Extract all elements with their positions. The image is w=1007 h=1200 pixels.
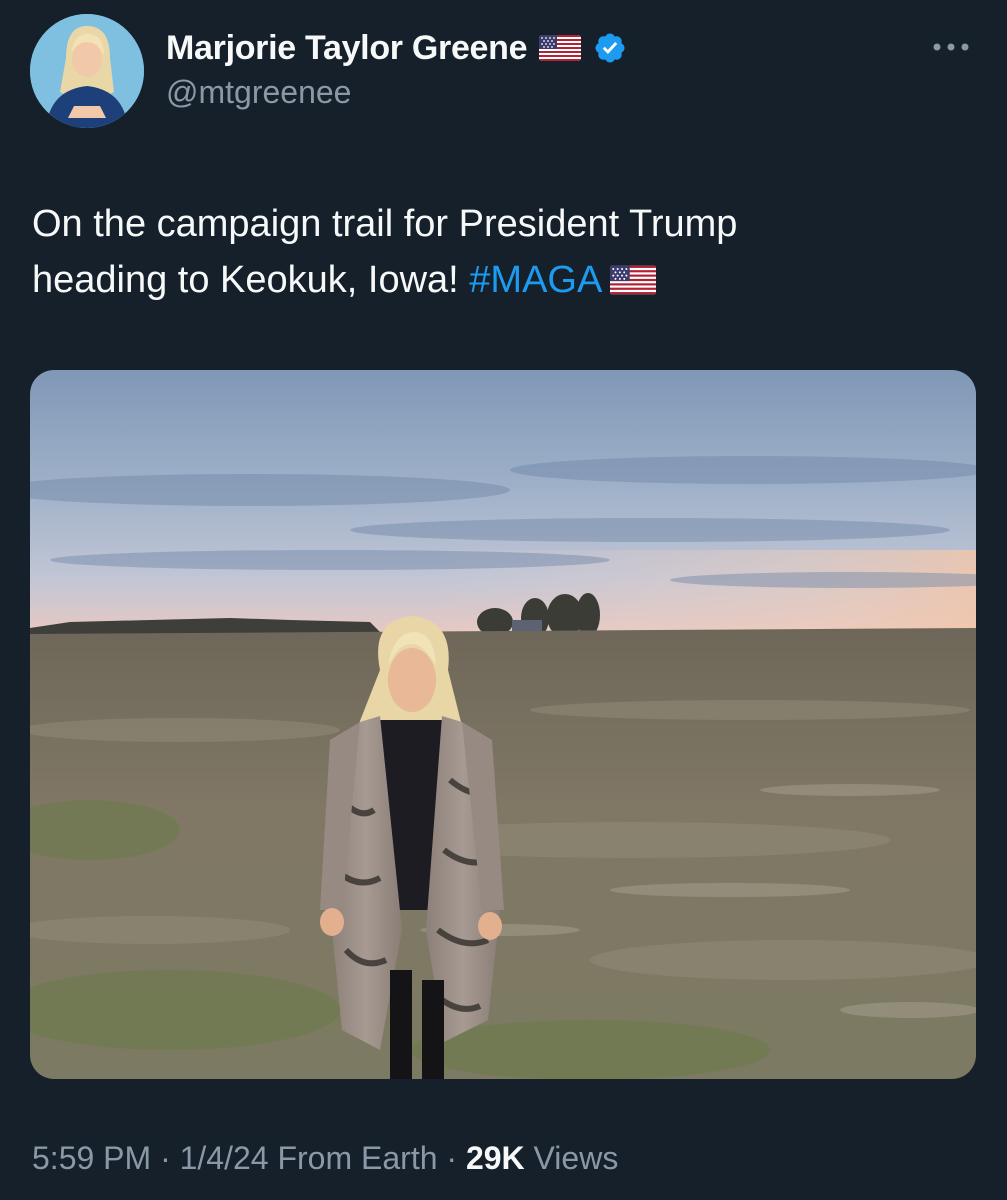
verified-badge-icon[interactable] <box>593 31 627 65</box>
avatar-image <box>30 14 144 128</box>
tweet-time[interactable]: 5:59 PM <box>32 1140 151 1176</box>
meta-separator: · <box>151 1140 180 1176</box>
tweet-date[interactable]: 1/4/24 <box>180 1140 269 1176</box>
more-options-button[interactable] <box>926 30 976 64</box>
tweet-photo[interactable] <box>30 370 976 1079</box>
views-label: Views <box>524 1140 619 1176</box>
tweet-text-line-1: On the campaign trail for President Trum… <box>32 203 738 245</box>
tweet-text: On the campaign trail for President Trum… <box>32 196 972 308</box>
hashtag-link[interactable]: #MAGA <box>469 259 602 301</box>
author-name-row: Marjorie Taylor Greene <box>166 26 627 70</box>
photo-image <box>30 370 976 1079</box>
author-handle[interactable]: @mtgreenee <box>166 74 351 111</box>
tweet-source: From Earth <box>268 1140 438 1176</box>
flag-us-icon <box>610 265 657 295</box>
more-dots-icon <box>933 43 969 51</box>
author-display-name[interactable]: Marjorie Taylor Greene <box>166 29 528 68</box>
tweet-text-line-2-prefix: heading to Keokuk, Iowa! <box>32 259 470 301</box>
meta-separator: · <box>437 1140 466 1176</box>
views-count[interactable]: 29K <box>466 1140 525 1176</box>
flag-us-icon <box>539 35 582 61</box>
tweet-metadata: 5:59 PM · 1/4/24 From Earth · 29K Views <box>32 1140 618 1177</box>
avatar[interactable] <box>30 14 144 128</box>
tweet-text-line-2: heading to Keokuk, Iowa! #MAGA <box>32 252 972 308</box>
